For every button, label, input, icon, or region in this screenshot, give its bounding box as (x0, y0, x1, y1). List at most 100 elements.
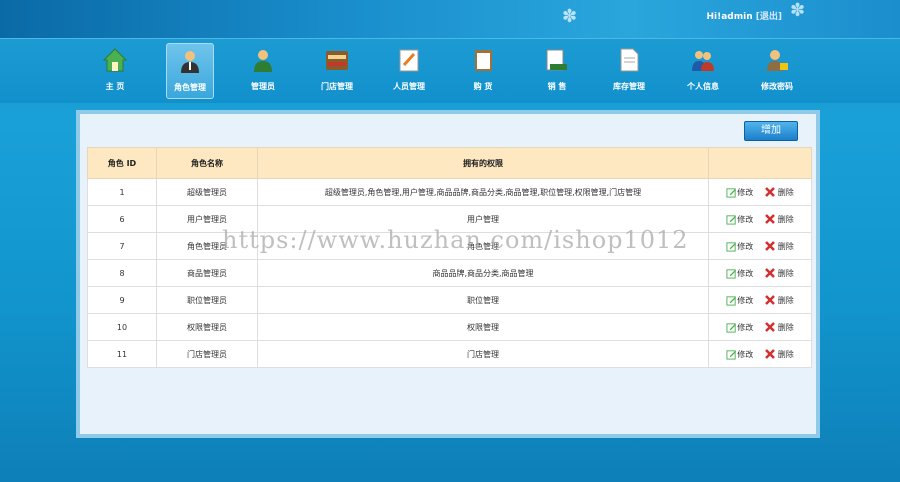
admin-icon (254, 50, 272, 72)
table-row: 6 用户管理员 用户管理 修改 删除 (87, 205, 812, 233)
delete-label: 删除 (777, 187, 794, 197)
nav-role-management[interactable]: 角色管理 (166, 43, 214, 99)
delete-icon (765, 322, 776, 332)
edit-label: 修改 (737, 214, 754, 224)
nav-store-management[interactable]: 门店管理 (314, 43, 360, 97)
actions-cell: 修改 删除 (708, 178, 812, 206)
edit-button[interactable]: 修改 (726, 349, 753, 360)
add-role-button[interactable]: 增加 (744, 121, 798, 141)
edit-icon (726, 349, 737, 360)
role-id-cell: 1 (87, 178, 157, 206)
col-role-id: 角色 ID (87, 147, 157, 179)
nav-purchase[interactable]: 购 货 (460, 43, 506, 97)
edit-label: 修改 (737, 241, 754, 251)
home-icon (102, 48, 128, 72)
actions-cell: 修改 删除 (708, 259, 812, 287)
delete-label: 删除 (777, 295, 794, 305)
actions-cell: 修改 删除 (708, 205, 812, 233)
delete-label: 删除 (777, 268, 794, 278)
permissions-cell: 用户管理 (257, 205, 709, 233)
delete-button[interactable]: 删除 (765, 349, 794, 360)
inventory-icon (620, 48, 639, 72)
delete-icon (765, 268, 776, 278)
edit-label: 修改 (737, 322, 754, 332)
delete-button[interactable]: 删除 (765, 214, 794, 225)
password-icon (767, 50, 788, 71)
table-row: 11 门店管理员 门店管理 修改 删除 (87, 340, 812, 368)
role-name-cell: 门店管理员 (156, 340, 258, 368)
dandelion-decoration-icon: ✽ (790, 0, 806, 21)
nav-change-password[interactable]: 修改密码 (754, 43, 800, 97)
delete-button[interactable]: 删除 (765, 295, 794, 306)
role-id-cell: 7 (87, 232, 157, 260)
table-header-row: 角色 ID 角色名称 拥有的权限 (87, 147, 812, 179)
actions-cell: 修改 删除 (708, 340, 812, 368)
sales-icon (546, 49, 567, 71)
role-id-cell: 9 (87, 286, 157, 314)
edit-button[interactable]: 修改 (726, 322, 753, 333)
content-panel: 增加 角色 ID 角色名称 拥有的权限 1 超级管理员 超级管理员,角色管理,用户管… (76, 110, 820, 438)
table-row: 1 超级管理员 超级管理员,角色管理,用户管理,商品品牌,商品分类,商品管理,职位管… (87, 178, 812, 206)
actions-cell: 修改 删除 (708, 286, 812, 314)
dandelion-decoration-icon: ✽ (562, 6, 578, 27)
nav-home[interactable]: 主 页 (92, 43, 138, 97)
permissions-cell: 商品品牌,商品分类,商品管理 (257, 259, 709, 287)
permissions-cell: 超级管理员,角色管理,用户管理,商品品牌,商品分类,商品管理,职位管理,权限管理… (257, 178, 709, 206)
roles-table: 角色 ID 角色名称 拥有的权限 1 超级管理员 超级管理员,角色管理,用户管理,商… (87, 147, 812, 368)
edit-label: 修改 (737, 349, 754, 359)
nav-sales[interactable]: 销 售 (534, 43, 580, 97)
role-name-cell: 超级管理员 (156, 178, 258, 206)
actions-cell: 修改 删除 (708, 232, 812, 260)
role-icon (181, 51, 199, 73)
permissions-cell: 门店管理 (257, 340, 709, 368)
role-id-cell: 11 (87, 340, 157, 368)
delete-icon (765, 295, 776, 305)
table-row: 7 角色管理员 角色管理 修改 删除 (87, 232, 812, 260)
role-id-cell: 8 (87, 259, 157, 287)
delete-button[interactable]: 删除 (765, 187, 794, 198)
table-row: 9 职位管理员 职位管理 修改 删除 (87, 286, 812, 314)
permissions-cell: 权限管理 (257, 313, 709, 341)
delete-button[interactable]: 删除 (765, 322, 794, 333)
role-name-cell: 商品管理员 (156, 259, 258, 287)
edit-icon (726, 322, 737, 333)
edit-icon (726, 241, 737, 252)
edit-icon (726, 295, 737, 306)
delete-label: 删除 (777, 241, 794, 251)
delete-label: 删除 (777, 214, 794, 224)
edit-label: 修改 (737, 295, 754, 305)
edit-label: 修改 (737, 187, 754, 197)
edit-button[interactable]: 修改 (726, 295, 753, 306)
greeting-prefix: Hi! (706, 12, 722, 22)
nav-inventory[interactable]: 库存管理 (606, 43, 652, 97)
table-row: 8 商品管理员 商品品牌,商品分类,商品管理 修改 删除 (87, 259, 812, 287)
col-role-name: 角色名称 (156, 147, 258, 179)
edit-label: 修改 (737, 268, 754, 278)
user-greeting: Hi!admin [退出] (707, 9, 783, 22)
staff-icon (399, 49, 419, 72)
permissions-cell: 角色管理 (257, 232, 709, 260)
delete-button[interactable]: 删除 (765, 241, 794, 252)
role-id-cell: 6 (87, 205, 157, 233)
edit-icon (726, 187, 737, 198)
edit-button[interactable]: 修改 (726, 241, 753, 252)
edit-button[interactable]: 修改 (726, 268, 753, 279)
role-name-cell: 角色管理员 (156, 232, 258, 260)
delete-icon (765, 214, 776, 224)
role-name-cell: 用户管理员 (156, 205, 258, 233)
username: admin (721, 12, 753, 22)
nav-staff-management[interactable]: 人员管理 (386, 43, 432, 97)
delete-label: 删除 (777, 322, 794, 332)
edit-button[interactable]: 修改 (726, 214, 753, 225)
delete-button[interactable]: 删除 (765, 268, 794, 279)
nav-admin[interactable]: 管理员 (240, 43, 286, 97)
purchase-icon (475, 50, 492, 71)
col-permissions: 拥有的权限 (257, 147, 709, 179)
delete-label: 删除 (777, 349, 794, 359)
edit-icon (726, 214, 737, 225)
role-name-cell: 权限管理员 (156, 313, 258, 341)
role-name-cell: 职位管理员 (156, 286, 258, 314)
logout-link[interactable]: [退出] (756, 12, 782, 22)
edit-button[interactable]: 修改 (726, 187, 753, 198)
nav-profile[interactable]: 个人信息 (680, 43, 726, 97)
